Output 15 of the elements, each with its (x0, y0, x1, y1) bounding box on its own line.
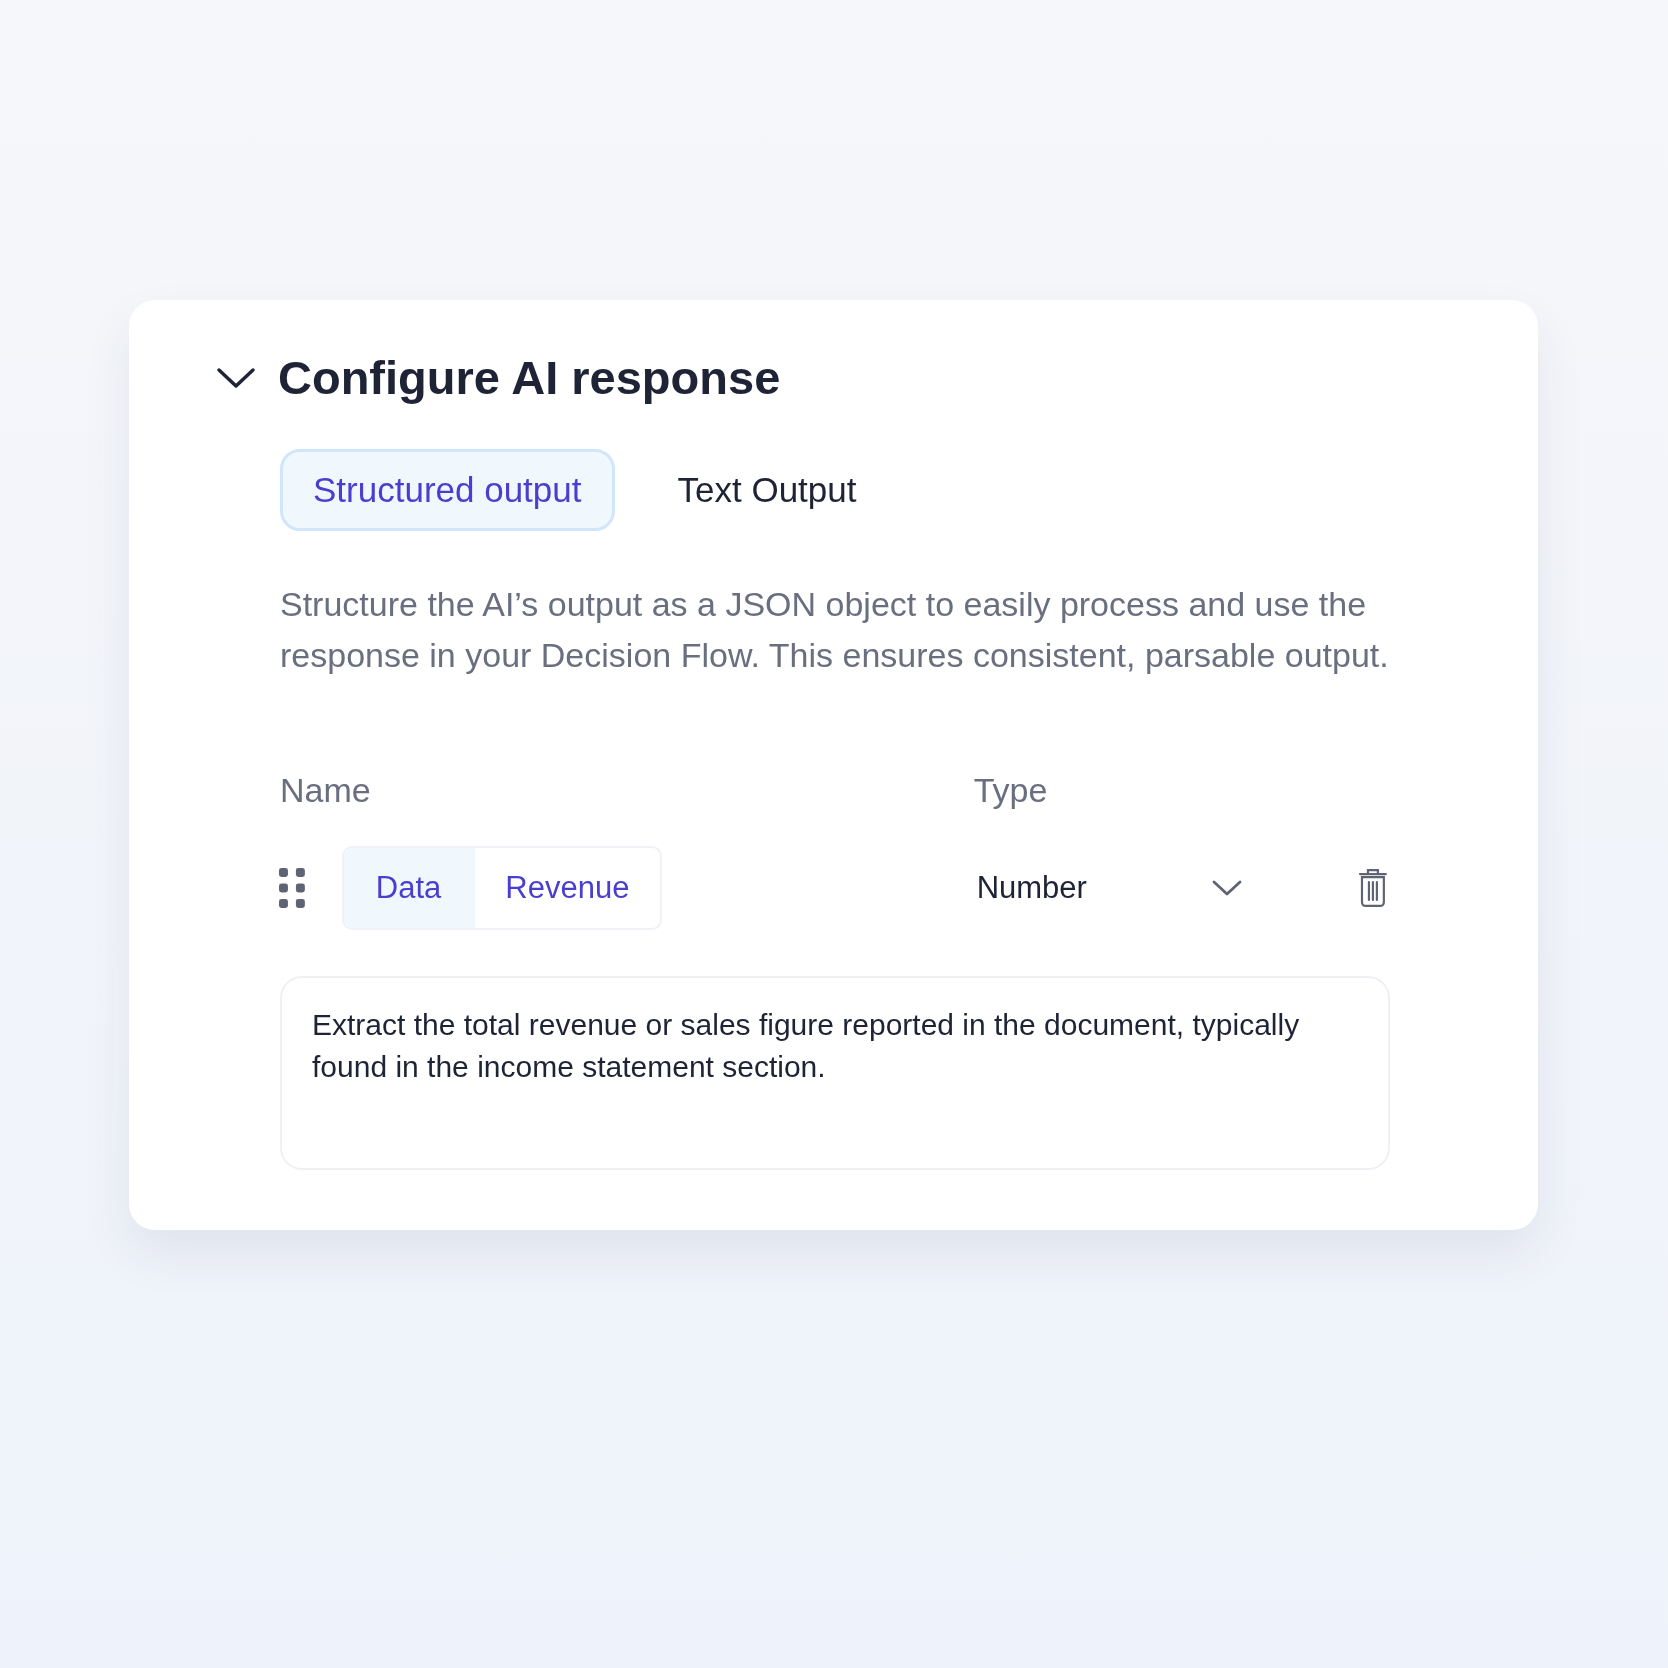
type-dropdown[interactable]: Number (976, 870, 1244, 906)
tab[interactable]: Structured output (280, 449, 615, 531)
drag-handle-icon[interactable] (279, 868, 305, 908)
description-text: Structure the AI’s output as a JSON object to easily process and use the response in your Decision Flow. This ensures consistent, parsable output. (280, 584, 1390, 676)
column-header: Type (973, 771, 1048, 810)
delete-icon[interactable] (1358, 868, 1388, 908)
name-value: Revenue (504, 869, 631, 907)
collapse-chevron-icon[interactable] (216, 365, 256, 390)
chevron-down-icon (1211, 878, 1244, 898)
instructions-field[interactable]: Extract the total revenue or sales figure reported in the document, typically found in the income statement section. (280, 976, 1390, 1170)
column-header: Name (280, 771, 371, 810)
name-prefix: Data (343, 848, 476, 928)
name-field[interactable]: Data Revenue (341, 846, 662, 930)
tab[interactable]: Text Output (644, 449, 890, 531)
section-title: Configure AI response (278, 350, 781, 405)
